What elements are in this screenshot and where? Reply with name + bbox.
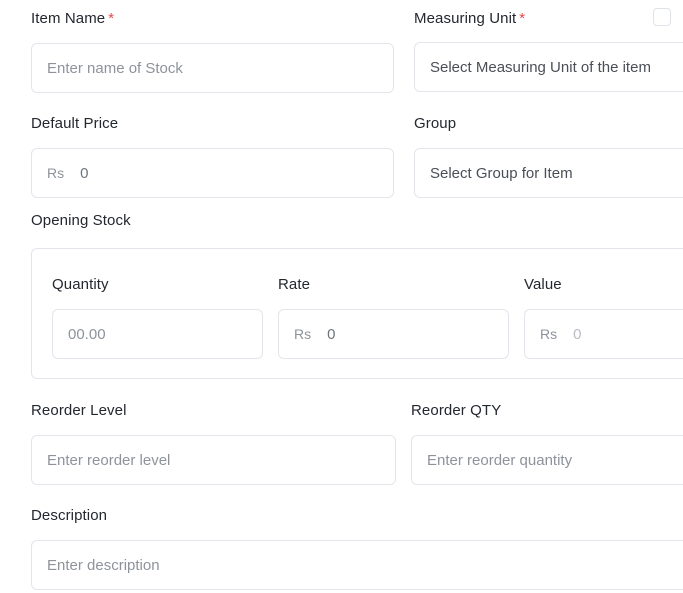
reorder-qty-input[interactable]: Enter reorder quantity — [411, 435, 683, 485]
description-placeholder: Enter description — [47, 556, 160, 574]
value-input: Rs 0 — [524, 309, 683, 359]
group-label: Group — [414, 115, 457, 132]
description-input[interactable]: Enter description — [31, 540, 683, 590]
default-price-label: Default Price — [31, 115, 119, 132]
default-price-value: 0 — [80, 164, 89, 182]
reorder-qty-label: Reorder QTY — [411, 402, 502, 419]
opening-stock-label: Opening Stock — [31, 212, 131, 229]
value-label: Value — [524, 276, 562, 293]
item-name-placeholder: Enter name of Stock — [47, 59, 183, 77]
item-name-required-mark: * — [108, 10, 115, 27]
group-placeholder: Select Group for Item — [430, 164, 573, 182]
rate-value: 0 — [327, 325, 336, 343]
measuring-unit-select[interactable]: Select Measuring Unit of the item — [414, 42, 683, 92]
group-select[interactable]: Select Group for Item — [414, 148, 683, 198]
measuring-unit-required-mark: * — [519, 10, 526, 27]
description-label: Description — [31, 507, 108, 524]
quantity-input[interactable]: 00.00 — [52, 309, 263, 359]
measuring-unit-label-text: Measuring Unit — [414, 10, 517, 27]
quantity-placeholder: 00.00 — [68, 325, 106, 343]
item-name-label-text: Item Name — [31, 10, 106, 27]
quantity-label: Quantity — [52, 276, 109, 293]
reorder-qty-placeholder: Enter reorder quantity — [427, 451, 573, 469]
reorder-level-input[interactable]: Enter reorder level — [31, 435, 396, 485]
value-value: 0 — [573, 325, 582, 343]
rate-currency: Rs — [294, 326, 312, 342]
rate-input[interactable]: Rs 0 — [278, 309, 509, 359]
item-name-input[interactable]: Enter name of Stock — [31, 43, 394, 93]
toggle-checkbox[interactable] — [653, 8, 671, 26]
default-price-input[interactable]: Rs 0 — [31, 148, 394, 198]
reorder-level-label: Reorder Level — [31, 402, 127, 419]
value-currency: Rs — [540, 326, 558, 342]
default-price-currency: Rs — [47, 165, 65, 181]
reorder-level-placeholder: Enter reorder level — [47, 451, 171, 469]
rate-label: Rate — [278, 276, 311, 293]
measuring-unit-placeholder: Select Measuring Unit of the item — [430, 58, 651, 76]
measuring-unit-label: Measuring Unit * — [414, 10, 525, 27]
item-name-label: Item Name * — [31, 10, 114, 27]
